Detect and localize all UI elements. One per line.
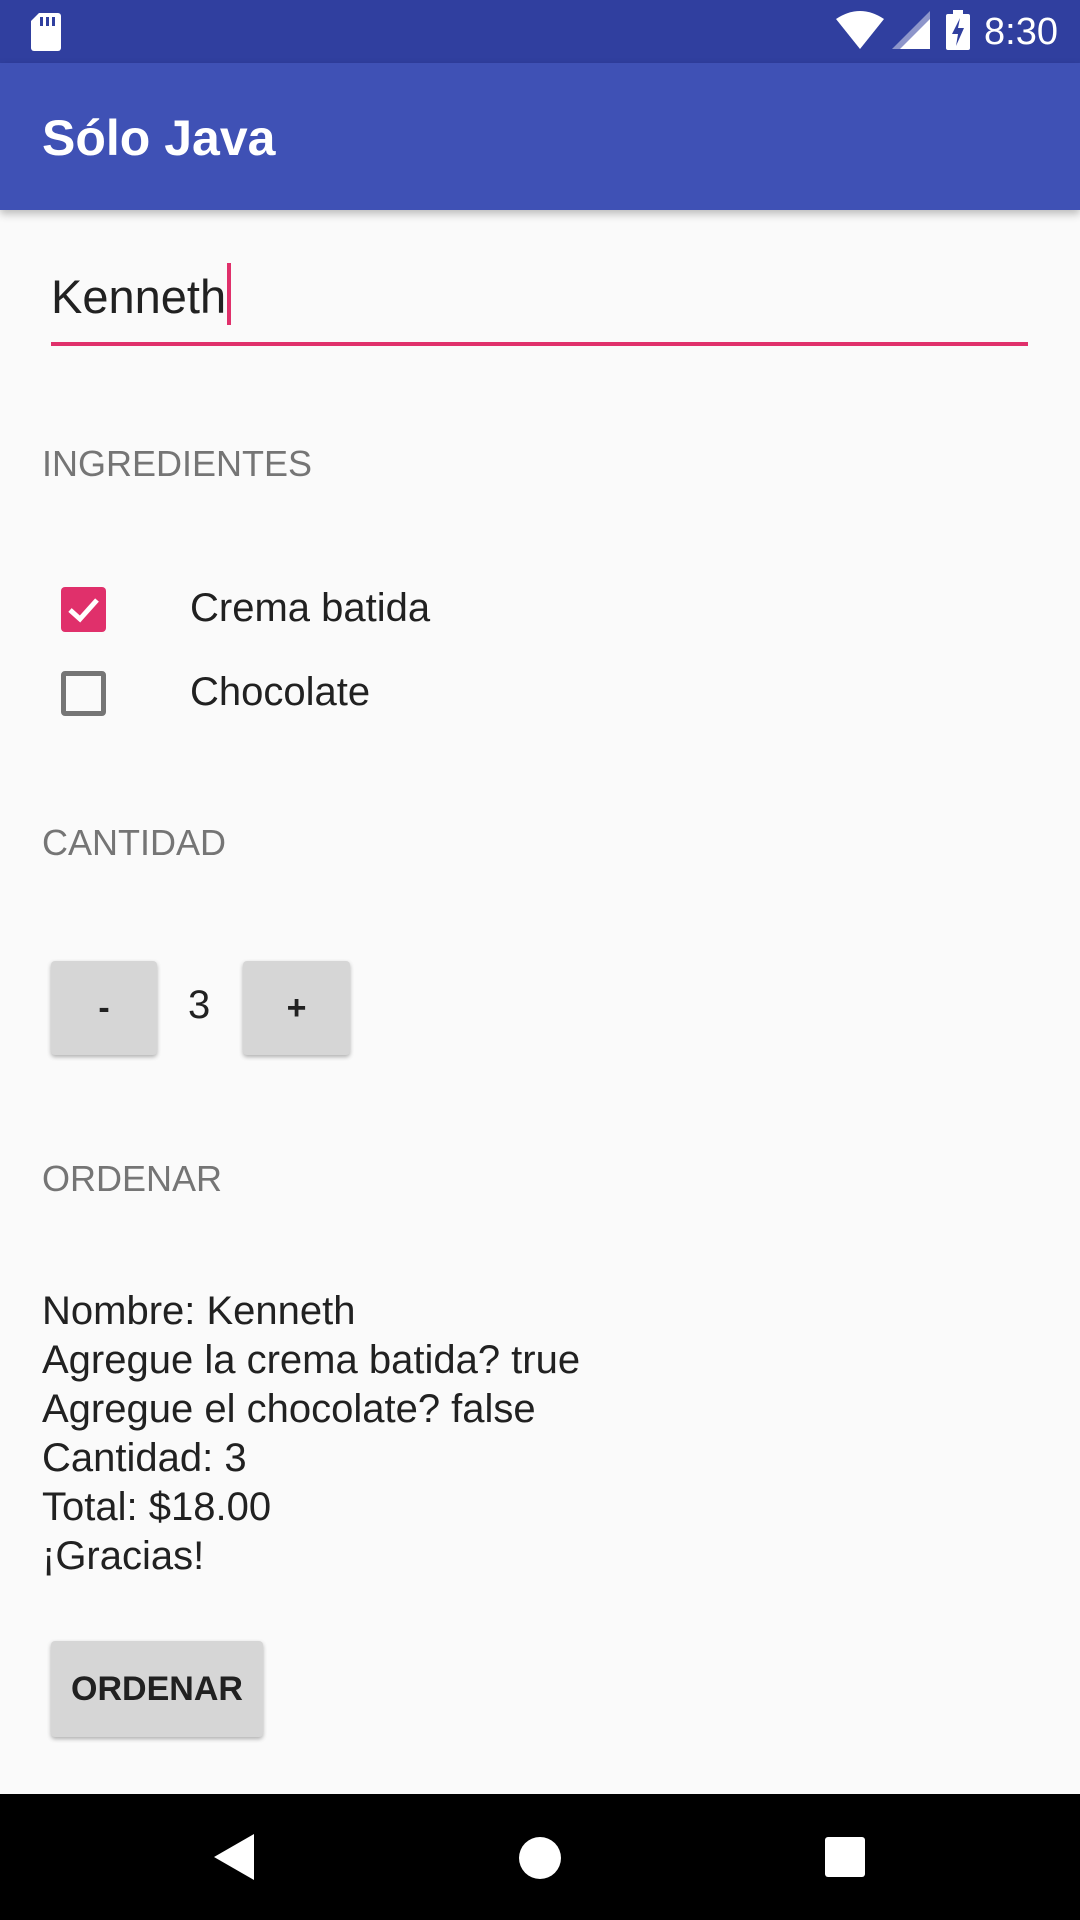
whipped-cream-label[interactable]: Crema batida xyxy=(190,586,430,631)
cell-signal-icon xyxy=(892,10,931,54)
summary-line-name: Nombre: Kenneth xyxy=(42,1289,356,1333)
quantity-value: 3 xyxy=(188,983,211,1027)
summary-line-quantity: Cantidad: 3 xyxy=(42,1436,247,1480)
name-input-field[interactable]: Kenneth xyxy=(51,262,1028,346)
sd-card-icon xyxy=(31,13,61,56)
name-input-value: Kenneth xyxy=(51,270,227,323)
app-title: Sólo Java xyxy=(42,110,276,166)
summary-line-chocolate: Agregue el chocolate? false xyxy=(42,1387,536,1431)
summary-line-thanks: ¡Gracias! xyxy=(42,1534,205,1578)
whipped-cream-checkbox[interactable] xyxy=(61,587,106,632)
ingredients-header: INGREDIENTES xyxy=(42,443,313,484)
order-header: ORDENAR xyxy=(42,1158,223,1199)
summary-line-cream: Agregue la crema batida? true xyxy=(42,1338,581,1382)
increment-button[interactable]: + xyxy=(243,961,350,1055)
order-summary: Nombre: Kenneth Agregue la crema batida?… xyxy=(42,1287,580,1581)
chocolate-checkbox[interactable] xyxy=(61,671,106,716)
check-icon xyxy=(68,598,99,623)
chocolate-label[interactable]: Chocolate xyxy=(190,670,370,715)
text-cursor xyxy=(227,263,232,325)
status-time: 8:30 xyxy=(984,10,1058,53)
back-icon[interactable] xyxy=(214,1834,254,1885)
home-icon[interactable] xyxy=(518,1836,562,1885)
order-button[interactable]: ORDENAR xyxy=(51,1641,263,1737)
status-bar: 8:30 xyxy=(0,0,1080,63)
recents-icon[interactable] xyxy=(825,1837,865,1882)
decrement-button[interactable]: - xyxy=(51,961,157,1055)
summary-line-total: Total: $18.00 xyxy=(42,1485,272,1529)
wifi-icon xyxy=(836,10,885,54)
navigation-bar xyxy=(0,1794,1080,1920)
quantity-header: CANTIDAD xyxy=(42,822,227,863)
app-bar: Sólo Java xyxy=(0,63,1080,210)
battery-charging-icon xyxy=(946,9,971,55)
